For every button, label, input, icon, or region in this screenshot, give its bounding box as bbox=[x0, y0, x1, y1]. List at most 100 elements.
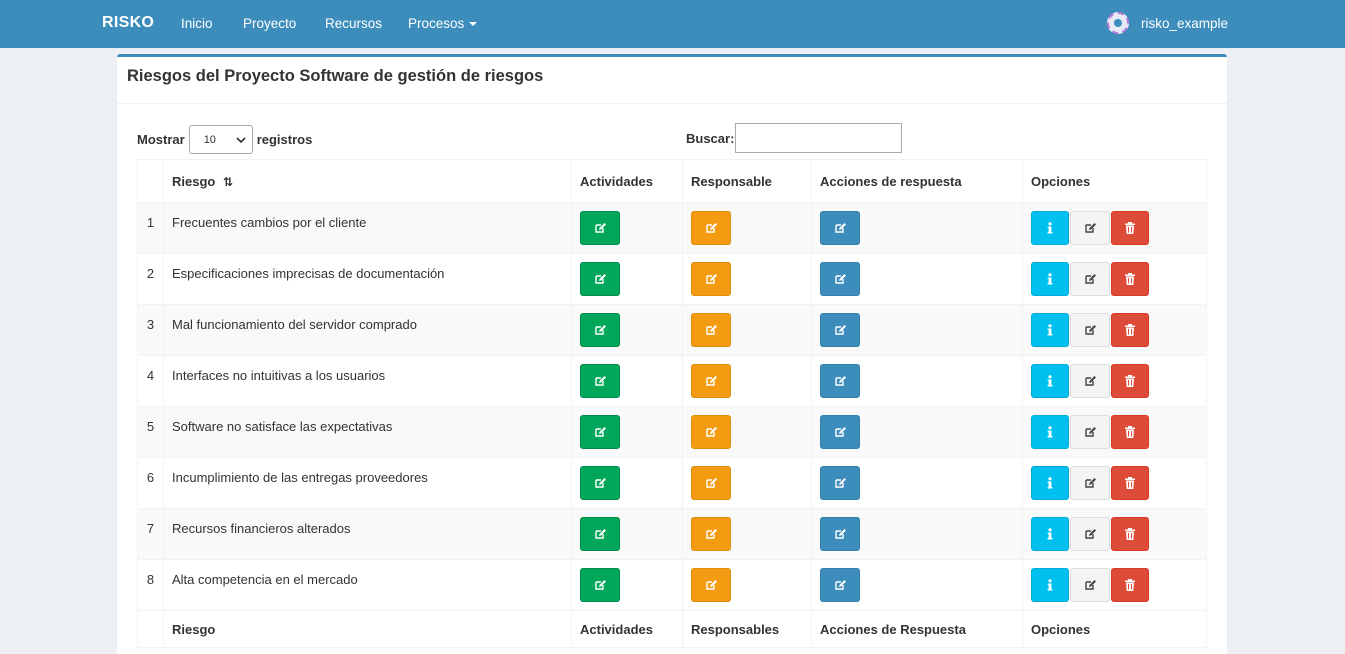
row-number: 4 bbox=[137, 355, 164, 407]
edit-responsible-button[interactable] bbox=[691, 262, 731, 296]
edit-responsible-button[interactable] bbox=[691, 415, 731, 449]
nav-item-proyecto[interactable]: Proyecto bbox=[243, 16, 296, 31]
risk-name: Interfaces no intuitivas a los usuarios bbox=[163, 355, 572, 407]
delete-risk-button[interactable] bbox=[1111, 568, 1149, 602]
box-header: Riesgos del Proyecto Software de gestión… bbox=[117, 57, 1227, 104]
activities-cell bbox=[571, 559, 683, 611]
header-riesgo[interactable]: Riesgo ⇅ bbox=[163, 159, 572, 203]
edit-responsible-button[interactable] bbox=[691, 211, 731, 245]
info-button[interactable] bbox=[1031, 568, 1069, 602]
risk-name: Mal funcionamiento del servidor comprado bbox=[163, 304, 572, 356]
row-number: 2 bbox=[137, 253, 164, 305]
table-body: 1 Frecuentes cambios por el cliente 2 Espec… bbox=[137, 202, 1207, 611]
records-label: registros bbox=[256, 132, 313, 147]
search-input[interactable] bbox=[735, 123, 903, 153]
edit-response-actions-button[interactable] bbox=[820, 466, 860, 500]
nav-item-procesos[interactable]: Procesos bbox=[408, 16, 478, 31]
delete-risk-button[interactable] bbox=[1111, 313, 1149, 347]
top-navbar: RISKO Inicio Proyecto Recursos Procesos … bbox=[0, 0, 1345, 48]
delete-risk-button[interactable] bbox=[1111, 211, 1149, 245]
edit-response-actions-button[interactable] bbox=[820, 313, 860, 347]
options-cell bbox=[1022, 355, 1207, 407]
info-button[interactable] bbox=[1031, 313, 1069, 347]
edit-icon bbox=[1084, 478, 1096, 488]
footer-acciones: Acciones de Respuesta bbox=[811, 610, 1023, 648]
edit-risk-button[interactable] bbox=[1070, 466, 1110, 500]
info-icon bbox=[1047, 477, 1053, 489]
edit-icon bbox=[834, 376, 846, 386]
edit-risk-button[interactable] bbox=[1070, 262, 1110, 296]
edit-responsible-button[interactable] bbox=[691, 466, 731, 500]
edit-icon bbox=[1084, 274, 1096, 284]
edit-icon bbox=[834, 427, 846, 437]
brand-logo[interactable]: RISKO bbox=[102, 14, 154, 32]
edit-risk-button[interactable] bbox=[1070, 313, 1110, 347]
edit-activities-button[interactable] bbox=[580, 262, 620, 296]
edit-icon bbox=[594, 580, 606, 590]
info-button[interactable] bbox=[1031, 262, 1069, 296]
edit-response-actions-button[interactable] bbox=[820, 568, 860, 602]
edit-activities-button[interactable] bbox=[580, 364, 620, 398]
nav-item-recursos[interactable]: Recursos bbox=[325, 16, 382, 31]
response-actions-cell bbox=[811, 253, 1023, 305]
edit-activities-button[interactable] bbox=[580, 415, 620, 449]
footer-opciones: Opciones bbox=[1022, 610, 1207, 648]
page-length-select[interactable]: 10 bbox=[188, 125, 253, 154]
options-cell bbox=[1022, 406, 1207, 458]
edit-response-actions-button[interactable] bbox=[820, 517, 860, 551]
footer-riesgo: Riesgo bbox=[163, 610, 572, 648]
info-button[interactable] bbox=[1031, 211, 1069, 245]
edit-icon bbox=[594, 325, 606, 335]
header-opciones: Opciones bbox=[1022, 159, 1207, 203]
trash-icon bbox=[1125, 426, 1135, 438]
edit-response-actions-button[interactable] bbox=[820, 262, 860, 296]
delete-risk-button[interactable] bbox=[1111, 364, 1149, 398]
edit-responsible-button[interactable] bbox=[691, 364, 731, 398]
risks-table: Riesgo ⇅ Actividades Responsable Accione… bbox=[137, 159, 1207, 648]
edit-activities-button[interactable] bbox=[580, 568, 620, 602]
info-icon bbox=[1047, 324, 1053, 336]
options-group bbox=[1031, 313, 1198, 347]
nav-item-inicio[interactable]: Inicio bbox=[181, 16, 213, 31]
edit-icon bbox=[705, 376, 717, 386]
row-number: 1 bbox=[137, 202, 164, 254]
delete-risk-button[interactable] bbox=[1111, 466, 1149, 500]
options-cell bbox=[1022, 508, 1207, 560]
edit-activities-button[interactable] bbox=[580, 211, 620, 245]
edit-responsible-button[interactable] bbox=[691, 517, 731, 551]
edit-icon bbox=[834, 478, 846, 488]
edit-response-actions-button[interactable] bbox=[820, 211, 860, 245]
info-button[interactable] bbox=[1031, 517, 1069, 551]
user-menu[interactable]: risko_example bbox=[1107, 12, 1228, 34]
trash-icon bbox=[1125, 375, 1135, 387]
trash-icon bbox=[1125, 579, 1135, 591]
delete-risk-button[interactable] bbox=[1111, 262, 1149, 296]
edit-risk-button[interactable] bbox=[1070, 364, 1110, 398]
edit-risk-button[interactable] bbox=[1070, 568, 1110, 602]
info-button[interactable] bbox=[1031, 415, 1069, 449]
edit-risk-button[interactable] bbox=[1070, 517, 1110, 551]
edit-response-actions-button[interactable] bbox=[820, 415, 860, 449]
caret-down-icon bbox=[469, 22, 478, 27]
responsible-cell bbox=[682, 457, 812, 509]
edit-activities-button[interactable] bbox=[580, 517, 620, 551]
edit-activities-button[interactable] bbox=[580, 313, 620, 347]
risks-box: Riesgos del Proyecto Software de gestión… bbox=[117, 54, 1227, 654]
edit-icon bbox=[1084, 325, 1096, 335]
edit-risk-button[interactable] bbox=[1070, 211, 1110, 245]
options-group bbox=[1031, 466, 1198, 500]
table-header-row: Riesgo ⇅ Actividades Responsable Accione… bbox=[137, 159, 1207, 203]
edit-risk-button[interactable] bbox=[1070, 415, 1110, 449]
delete-risk-button[interactable] bbox=[1111, 415, 1149, 449]
edit-responsible-button[interactable] bbox=[691, 313, 731, 347]
risk-name: Frecuentes cambios por el cliente bbox=[163, 202, 572, 254]
edit-responsible-button[interactable] bbox=[691, 568, 731, 602]
trash-icon bbox=[1125, 273, 1135, 285]
edit-icon bbox=[834, 325, 846, 335]
info-button[interactable] bbox=[1031, 364, 1069, 398]
edit-response-actions-button[interactable] bbox=[820, 364, 860, 398]
edit-icon bbox=[1084, 427, 1096, 437]
info-button[interactable] bbox=[1031, 466, 1069, 500]
edit-activities-button[interactable] bbox=[580, 466, 620, 500]
delete-risk-button[interactable] bbox=[1111, 517, 1149, 551]
